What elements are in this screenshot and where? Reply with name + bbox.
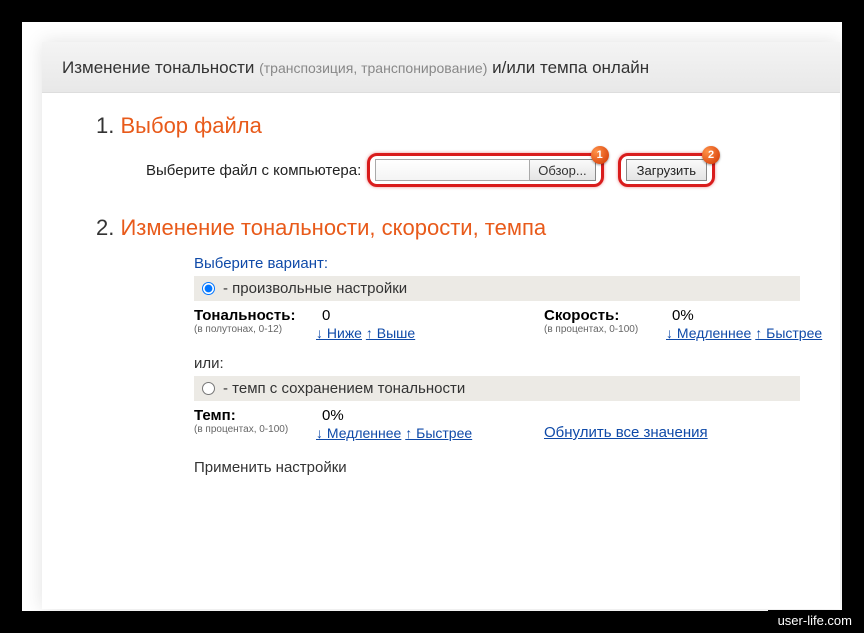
step2-heading: Изменение тональности, скорости, темпа — [120, 215, 546, 240]
speed-sub: (в процентах, 0-100) — [544, 325, 666, 335]
page-header: Изменение тональности (транспозиция, тра… — [42, 42, 840, 93]
step1-title: 1. Выбор файла — [96, 113, 800, 139]
option-custom-label: - произвольные настройки — [223, 280, 407, 297]
tempo-sub: (в процентах, 0-100) — [194, 425, 316, 435]
step2-num: 2. — [96, 215, 114, 240]
browse-button[interactable]: Обзор... — [530, 159, 595, 181]
upload-button[interactable]: Загрузить — [626, 159, 707, 181]
header-prefix: Изменение тональности — [62, 58, 259, 77]
watermark: user-life.com — [768, 610, 862, 631]
tone-block: Тональность: (в полутонах, 0-12) 0 ↓ Ниж… — [194, 307, 474, 341]
option-custom-row[interactable]: - произвольные настройки — [194, 276, 800, 301]
tone-up-link[interactable]: ↑ Выше — [366, 325, 415, 341]
reset-link[interactable]: Обнулить все значения — [544, 424, 708, 441]
tone-down-link[interactable]: ↓ Ниже — [316, 325, 362, 341]
step1-heading: Выбор файла — [120, 113, 261, 138]
file-input[interactable] — [375, 159, 530, 181]
option-custom-radio[interactable] — [202, 282, 215, 295]
speed-block: Скорость: (в процентах, 0-100) 0% ↓ Медл… — [544, 307, 824, 341]
file-select-row: Выберите файл с компьютера: Обзор... 1 З… — [146, 153, 800, 187]
step1-num: 1. — [96, 113, 114, 138]
upload-highlight: Загрузить 2 — [618, 153, 715, 187]
tone-value: 0 — [322, 307, 330, 324]
speed-down-link[interactable]: ↓ Медленнее — [666, 325, 751, 341]
tempo-value: 0% — [322, 407, 344, 424]
badge-2: 2 — [702, 146, 720, 164]
apply-settings[interactable]: Применить настройки — [194, 459, 800, 476]
tone-sub: (в полутонах, 0-12) — [194, 325, 316, 335]
option-tempo-label: - темп с сохранением тональности — [223, 380, 465, 397]
file-input-highlight: Обзор... 1 — [367, 153, 603, 187]
tempo-down-link[interactable]: ↓ Медленнее — [316, 425, 401, 441]
badge-1: 1 — [591, 146, 609, 164]
option-tempo-row[interactable]: - темп с сохранением тональности — [194, 376, 800, 401]
file-label: Выберите файл с компьютера: — [146, 162, 361, 179]
speed-value: 0% — [672, 307, 694, 324]
tempo-label: Темп: — [194, 407, 236, 424]
step2-title: 2. Изменение тональности, скорости, темп… — [96, 215, 800, 241]
speed-label: Скорость: — [544, 307, 619, 324]
variant-label: Выберите вариант: — [194, 255, 800, 272]
header-paren: (транспозиция, транспонирование) — [259, 60, 487, 76]
header-suffix: и/или темпа онлайн — [487, 58, 649, 77]
option-tempo-radio[interactable] — [202, 382, 215, 395]
tempo-up-link[interactable]: ↑ Быстрее — [405, 425, 472, 441]
tempo-block: Темп: (в процентах, 0-100) 0% ↓ Медленне… — [194, 407, 474, 441]
or-label: или: — [194, 355, 800, 372]
speed-up-link[interactable]: ↑ Быстрее — [755, 325, 822, 341]
tone-label: Тональность: — [194, 307, 295, 324]
